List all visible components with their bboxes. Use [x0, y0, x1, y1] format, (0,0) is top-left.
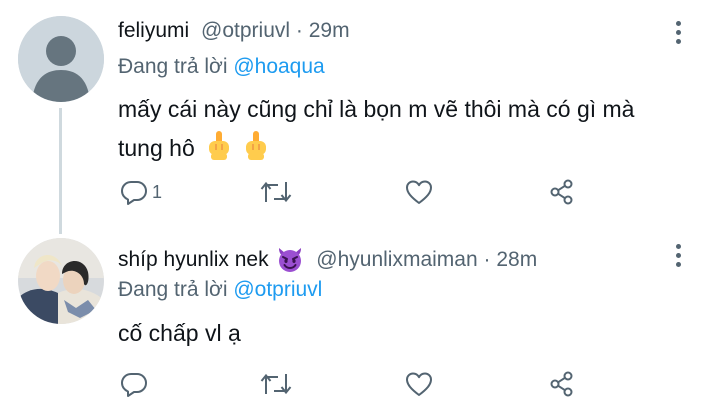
reply-to-mention[interactable]: @hoaqua: [233, 55, 324, 78]
tweet-text-line: tung hô: [118, 135, 195, 161]
display-name[interactable]: feliyumi: [118, 19, 189, 42]
share-button[interactable]: [548, 370, 576, 398]
reply-button[interactable]: [120, 370, 152, 398]
profile-photo: [18, 238, 104, 324]
retweet-icon: [260, 181, 292, 203]
avatar[interactable]: [18, 238, 104, 324]
tweet-2[interactable]: shíp hyunlix nek @hyunlixmaiman · 28m Đa…: [0, 226, 720, 413]
display-name[interactable]: shíp hyunlix nek: [118, 248, 269, 271]
separator: ·: [295, 19, 303, 42]
reply-icon: [121, 373, 147, 397]
more-options-icon[interactable]: [676, 21, 682, 48]
retweet-button[interactable]: [260, 370, 292, 398]
more-options-icon[interactable]: [676, 244, 682, 271]
smiling-devil-emoji: [276, 245, 304, 279]
default-avatar-icon: [18, 16, 104, 102]
retweet-icon: [260, 373, 292, 395]
share-icon: [550, 371, 573, 397]
like-button[interactable]: [405, 178, 433, 206]
tweet-text-line: mấy cái này cũng chỉ là bọn m vẽ thôi mà…: [118, 96, 635, 122]
share-icon: [550, 179, 573, 205]
action-bar: [118, 370, 588, 400]
thread-connector: [59, 108, 62, 234]
like-button[interactable]: [405, 370, 433, 398]
reply-prefix: Đang trả lời: [118, 55, 228, 78]
reply-to-mention[interactable]: @otpriuvl: [233, 278, 322, 301]
tweet-header: shíp hyunlix nek @hyunlixmaiman · 28m: [118, 245, 537, 279]
separator: ·: [483, 248, 491, 271]
replying-to: Đang trả lời @hoaqua: [118, 55, 325, 79]
reply-prefix: Đang trả lời: [118, 278, 228, 301]
reply-count: 1: [152, 181, 163, 202]
retweet-button[interactable]: [260, 178, 292, 206]
tweet-header: feliyumi @otpriuvl · 29m: [118, 19, 350, 43]
tweet-1[interactable]: feliyumi @otpriuvl · 29m Đang trả lời @h…: [0, 0, 720, 234]
heart-icon: [406, 180, 432, 204]
reply-button[interactable]: 1: [120, 178, 162, 206]
tweet-text: mấy cái này cũng chỉ là bọn m vẽ thôi mà…: [118, 90, 678, 173]
handle[interactable]: @hyunlixmaiman: [316, 248, 477, 271]
avatar[interactable]: [18, 16, 104, 102]
share-button[interactable]: [548, 178, 576, 206]
timestamp[interactable]: 29m: [309, 19, 350, 42]
tweet-text: cố chấp vl ạ: [118, 314, 678, 353]
middle-finger-emoji: [207, 131, 231, 173]
timestamp[interactable]: 28m: [496, 248, 537, 271]
reply-icon: [121, 181, 147, 205]
action-bar: 1: [118, 178, 588, 208]
handle[interactable]: @otpriuvl: [201, 19, 290, 42]
tweet-text-line: cố chấp vl ạ: [118, 320, 241, 346]
heart-icon: [406, 372, 432, 396]
middle-finger-emoji: [244, 131, 268, 173]
replying-to: Đang trả lời @otpriuvl: [118, 278, 322, 302]
